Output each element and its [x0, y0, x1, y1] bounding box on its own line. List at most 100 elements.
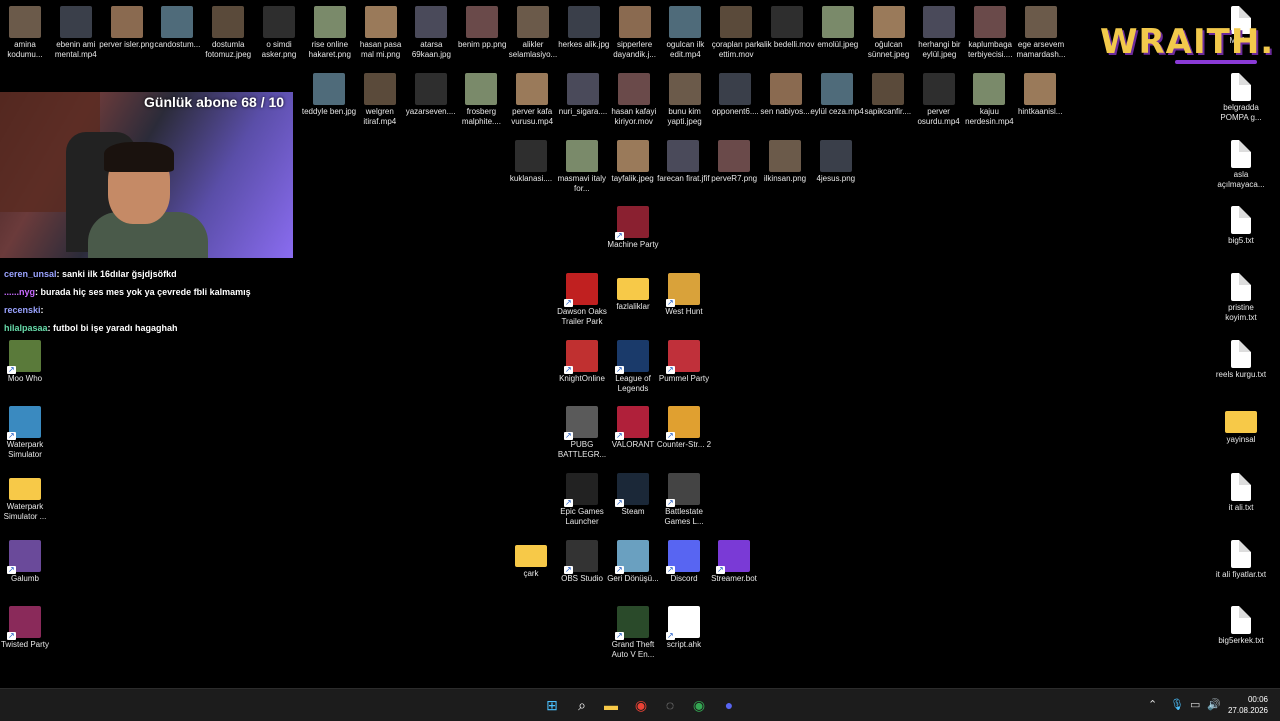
desktop-icon[interactable]: OBS Studio [554, 536, 610, 584]
desktop-icon[interactable]: perver kafa vurusu.mp4 [504, 69, 560, 127]
desktop-icon[interactable]: perveR7.png [706, 136, 762, 184]
desktop-icon[interactable]: alikler selamlasiyo... [505, 2, 561, 60]
search-icon[interactable]: ⌕ [572, 695, 592, 715]
desktop-icon[interactable]: Dawson Oaks Trailer Park [554, 269, 610, 327]
file-thumbnail-icon [974, 6, 1007, 38]
desktop-icon[interactable]: VALORANT [605, 402, 661, 450]
app-icon[interactable]: ◌ [660, 695, 680, 715]
desktop-icon[interactable]: belgradda POMPA g... [1213, 69, 1269, 123]
desktop-icon[interactable]: sipperlere dayandik.j... [607, 2, 663, 60]
desktop-icon[interactable]: ogulcan ilk edit.mp4 [657, 2, 713, 60]
desktop-icon[interactable]: bunu kim yapti.jpeg [657, 69, 713, 127]
desktop-icon[interactable]: perver osurdu.mp4 [911, 69, 967, 127]
desktop-icon[interactable]: yayinsal [1213, 402, 1269, 445]
chevron-up-icon[interactable]: ⌃ [1148, 698, 1157, 711]
desktop-icon[interactable]: masmavi italy for... [554, 136, 610, 194]
desktop-icon[interactable]: reels kurgu.txt [1213, 336, 1269, 380]
desktop-icon[interactable]: fazlaliklar [605, 269, 661, 312]
desktop-icon[interactable]: West Hunt [656, 269, 712, 317]
desktop-icon[interactable]: atarsa 69kaan.jpg [403, 2, 459, 60]
desktop-icon[interactable]: dostumla fotomuz.jpeg [200, 2, 256, 60]
desktop-icon[interactable]: çorapları park ettim.mov [708, 2, 764, 60]
desktop-icon-label: Twisted Party [0, 640, 49, 649]
desktop-icon[interactable]: it ali fiyatlar.txt [1213, 536, 1269, 580]
desktop-icon[interactable]: candostum... [149, 2, 205, 50]
desktop-icon[interactable]: benim pp.png [454, 2, 510, 50]
desktop-icon[interactable]: emolül.jpeg [810, 2, 866, 50]
desktop-icon[interactable]: Moo Who [0, 336, 53, 384]
desktop-icon[interactable]: hintkaanisl... [1012, 69, 1068, 117]
desktop-icon[interactable]: o simdi asker.png [251, 2, 307, 60]
desktop-icon[interactable]: herhangi bir eylül.jpeg [911, 2, 967, 60]
desktop-icon[interactable]: oğulcan sünnet.jpeg [861, 2, 917, 60]
start-icon[interactable]: ⊞ [542, 695, 562, 715]
desktop-icon-label: sipperlere dayandik.j... [613, 40, 656, 59]
desktop-icon[interactable]: Streamer.bot [706, 536, 762, 584]
desktop-icon[interactable]: Battlestate Games L... [656, 469, 712, 527]
desktop-icon[interactable]: rise online hakaret.png [302, 2, 358, 60]
file-thumbnail-icon [719, 73, 752, 105]
desktop-icon[interactable]: sapikcanfir.... [860, 69, 916, 117]
desktop-icon[interactable]: KnightOnline [554, 336, 610, 384]
network-icon[interactable]: ▭ [1190, 698, 1200, 711]
desktop-icon-label: Galumb [10, 574, 39, 583]
desktop-icon[interactable]: 4jesus.png [808, 136, 864, 184]
desktop-icon[interactable]: Galumb [0, 536, 53, 584]
desktop-icon[interactable]: Waterpark Simulator ... [0, 469, 53, 522]
chrome-icon[interactable]: ◉ [631, 695, 651, 715]
desktop-icon[interactable]: hasan pasa mal mi.png [353, 2, 409, 60]
desktop-icon[interactable]: big5erkek.txt [1213, 602, 1269, 646]
desktop-icon[interactable]: çark [503, 536, 559, 579]
desktop-icon[interactable]: yazarseven.... [403, 69, 459, 117]
file-thumbnail-icon [7, 406, 41, 440]
desktop-icon[interactable]: ege arsevem mamardash... [1013, 2, 1069, 60]
discord-taskbar-icon[interactable]: ● [719, 695, 739, 715]
file-thumbnail-icon [212, 6, 245, 38]
desktop-icon[interactable]: teddyle ben.jpg [301, 69, 357, 117]
desktop-icon[interactable]: big5.txt [1213, 202, 1269, 246]
chrome-active-icon[interactable]: ◉ [689, 695, 709, 715]
volume-icon[interactable]: 🔊 [1207, 698, 1221, 711]
clock[interactable]: 00:06 27.08.2026 [1228, 694, 1268, 716]
desktop-icon[interactable]: script.ahk [656, 602, 712, 650]
desktop-icon[interactable]: Twisted Party [0, 602, 53, 650]
desktop-icon[interactable]: hasan kafayi kiriyor.mov [606, 69, 662, 127]
desktop-icon[interactable]: PUBG BATTLEGR... [554, 402, 610, 460]
desktop-icon[interactable]: Steam [605, 469, 661, 517]
desktop-icon-label: hasan pasa mal mi.png [359, 40, 402, 59]
desktop-icon-label: ilkinsan.png [763, 174, 807, 183]
mic-icon[interactable]: 🎙 [1170, 698, 1184, 711]
desktop-icon[interactable]: herkes alik.jpg [556, 2, 612, 50]
file-explorer-icon[interactable]: ▬ [601, 695, 621, 715]
desktop-icon[interactable]: Waterpark Simulator [0, 402, 53, 460]
file-thumbnail-icon [7, 606, 41, 640]
desktop-icon[interactable]: Counter-Str... 2 [656, 402, 712, 450]
desktop-icon[interactable]: eylül ceza.mp4 [809, 69, 865, 117]
desktop-icon[interactable]: tayfalik.jpeg [605, 136, 661, 184]
desktop-icon[interactable]: nuri_sigara.... [555, 69, 611, 117]
desktop-icon[interactable]: sen nabiyos.... [758, 69, 814, 117]
desktop-icon[interactable]: Grand Theft Auto V En... [605, 602, 661, 660]
desktop-icon[interactable]: kajuu nerdesin.mp4 [961, 69, 1017, 127]
desktop-icon[interactable]: frosberg malphite.... [453, 69, 509, 127]
desktop-icon[interactable]: farecan firat.jfif [655, 136, 711, 184]
text-file-icon [1231, 606, 1251, 634]
desktop-icon[interactable]: kuklanasi.... [503, 136, 559, 184]
desktop-icon[interactable]: ilkinsan.png [757, 136, 813, 184]
desktop-icon[interactable]: asla açılmayaca... [1213, 136, 1269, 190]
desktop-icon[interactable]: Pummel Party [656, 336, 712, 384]
desktop-icon[interactable]: welgren itiraf.mp4 [352, 69, 408, 127]
desktop-icon[interactable]: League of Legends [605, 336, 661, 394]
desktop-icon[interactable]: alik bedelli.mov [759, 2, 815, 50]
desktop-icon[interactable]: Discord [656, 536, 712, 584]
desktop-icon[interactable]: Epic Games Launcher [554, 469, 610, 527]
desktop-icon[interactable]: opponent6.... [707, 69, 763, 117]
desktop-icon[interactable]: kaplumbaga terbiyecisi.... [962, 2, 1018, 60]
desktop-icon[interactable]: it ali.txt [1213, 469, 1269, 513]
desktop-icon[interactable]: perver isler.png [99, 2, 155, 50]
desktop-icon[interactable]: Machine Party [605, 202, 661, 250]
desktop-icon[interactable]: ebenin ami mental.mp4 [48, 2, 104, 60]
desktop-icon[interactable]: amina kodumu... [0, 2, 53, 60]
desktop-icon[interactable]: pristine koyim.txt [1213, 269, 1269, 323]
desktop-icon[interactable]: Geri Dönüşü... [605, 536, 661, 584]
